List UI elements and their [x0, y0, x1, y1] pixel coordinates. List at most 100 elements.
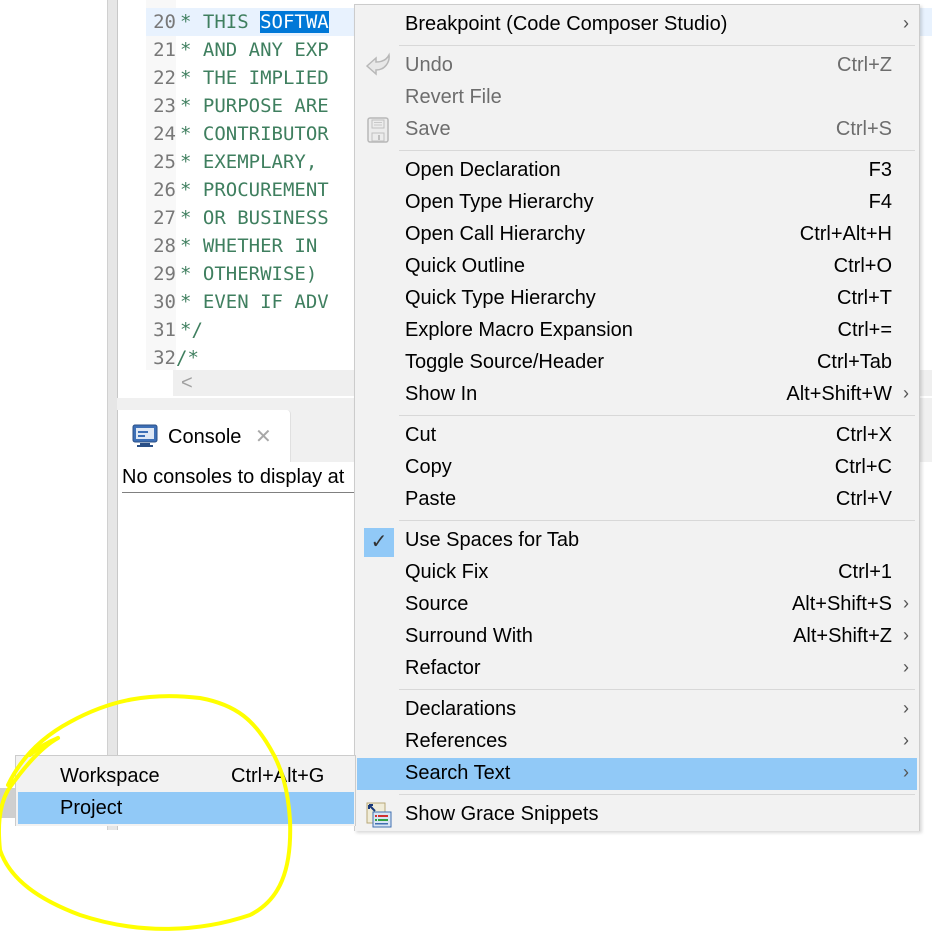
code-text: * OR BUSINESS [180, 207, 329, 229]
submenu-arrow-icon: › [903, 698, 909, 718]
submenu-arrow-icon: › [903, 383, 909, 403]
menu-item-shortcut: Ctrl+V [835, 488, 892, 510]
menu-separator [399, 794, 915, 795]
code-text: * PROCUREMENT [180, 179, 329, 201]
menu-item-shortcut: F3 [868, 159, 892, 181]
line-number: 27 [153, 207, 176, 229]
left-panel-fragment [0, 788, 16, 818]
submenu-arrow-icon: › [903, 730, 909, 750]
menu-item-shortcut: Ctrl+O [833, 255, 892, 277]
menu-separator [399, 150, 915, 151]
scroll-left-icon[interactable]: < [181, 370, 193, 396]
code-text: /* [176, 347, 199, 369]
submenu-arrow-icon: › [903, 657, 909, 677]
menu-item-label: Explore Macro Expansion [405, 319, 633, 341]
menu-item-label: Paste [405, 488, 457, 510]
menu-item-refactor[interactable]: Refactor › [357, 653, 917, 685]
code-text: * THIS SOFTWA [176, 11, 329, 33]
menu-item-quick-fix[interactable]: Quick Fix Ctrl+1 [357, 557, 917, 589]
code-text: * CONTRIBUTOR [180, 123, 329, 145]
context-menu: Breakpoint (Code Composer Studio) › Undo Ct… [354, 4, 920, 831]
menu-item-paste[interactable]: Paste Ctrl+V [357, 484, 917, 516]
menu-item-show-in[interactable]: Show In Alt+Shift+W › [357, 379, 917, 411]
code-text: * EVEN IF ADV [180, 291, 329, 313]
undo-icon [365, 52, 390, 76]
menu-item-use-spaces-for-tab[interactable]: ✓ Use Spaces for Tab [357, 525, 917, 557]
menu-item-open-call-hierarchy[interactable]: Open Call Hierarchy Ctrl+Alt+H [357, 219, 917, 251]
submenu-item-project[interactable]: Project [18, 792, 354, 824]
menu-item-label: Revert File [405, 86, 502, 108]
menu-item-shortcut: Ctrl+Alt+H [799, 223, 892, 245]
panel-sash[interactable] [107, 0, 117, 830]
code-text: * OTHERWISE) [180, 263, 329, 285]
menu-item-show-grace-snippets[interactable]: Show Grace Snippets [357, 799, 917, 831]
menu-item-breakpoint-code-composer-studio[interactable]: Breakpoint (Code Composer Studio) › [357, 9, 917, 41]
menu-item-copy[interactable]: Copy Ctrl+C [357, 452, 917, 484]
menu-item-label: Surround With [405, 625, 533, 647]
menu-item-shortcut: F4 [868, 191, 892, 213]
submenu-arrow-icon: › [903, 13, 909, 33]
code-text: * EXEMPLARY, [180, 151, 329, 173]
menu-item-shortcut: Ctrl+= [837, 319, 892, 341]
menu-item-cut[interactable]: Cut Ctrl+X [357, 420, 917, 452]
menu-item-label: Open Declaration [405, 159, 561, 181]
console-tab-label: Console [168, 426, 242, 448]
menu-item-shortcut: Ctrl+T [837, 287, 892, 309]
submenu-arrow-icon: › [903, 762, 909, 782]
menu-item-label: Refactor [405, 657, 481, 679]
empty-area [0, 830, 932, 950]
menu-item-label: Save [405, 118, 451, 140]
tab-console[interactable]: Console ✕ [118, 410, 291, 462]
menu-item-toggle-source-header[interactable]: Toggle Source/Header Ctrl+Tab [357, 347, 917, 379]
menu-item-undo[interactable]: Undo Ctrl+Z [357, 50, 917, 82]
line-number: 32 [153, 347, 176, 369]
menu-item-explore-macro-expansion[interactable]: Explore Macro Expansion Ctrl+= [357, 315, 917, 347]
save-icon [367, 117, 389, 143]
menu-item-label: Copy [405, 456, 452, 478]
menu-item-declarations[interactable]: Declarations › [357, 694, 917, 726]
menu-item-shortcut: Ctrl+Tab [816, 351, 892, 373]
menu-item-shortcut: Alt+Shift+S [791, 593, 892, 615]
menu-item-surround-with[interactable]: Surround With Alt+Shift+Z › [357, 621, 917, 653]
menu-item-revert-file[interactable]: Revert File [357, 82, 917, 114]
menu-item-label: Source [405, 593, 469, 615]
line-number: 21 [153, 39, 176, 61]
line-number: 23 [153, 95, 176, 117]
code-text: * THE IMPLIED [180, 67, 329, 89]
menu-item-shortcut: Ctrl+C [834, 456, 892, 478]
console-icon [132, 424, 158, 447]
line-number: 20 [153, 11, 176, 33]
menu-item-label: Open Type Hierarchy [405, 191, 594, 213]
menu-item-label: Show Grace Snippets [405, 803, 599, 825]
menu-separator [399, 520, 915, 521]
line-number: 22 [153, 67, 176, 89]
menu-item-open-type-hierarchy[interactable]: Open Type Hierarchy F4 [357, 187, 917, 219]
menu-item-quick-outline[interactable]: Quick Outline Ctrl+O [357, 251, 917, 283]
menu-item-shortcut: Alt+Shift+W [786, 383, 892, 405]
menu-item-references[interactable]: References › [357, 726, 917, 758]
menu-item-label: Breakpoint (Code Composer Studio) [405, 13, 728, 35]
menu-item-label: Quick Fix [405, 561, 489, 583]
menu-item-label: References [405, 730, 508, 752]
menu-item-label: Open Call Hierarchy [405, 223, 586, 245]
menu-item-quick-type-hierarchy[interactable]: Quick Type Hierarchy Ctrl+T [357, 283, 917, 315]
menu-item-open-declaration[interactable]: Open Declaration F3 [357, 155, 917, 187]
submenu-item-workspace[interactable]: Workspace Ctrl+Alt+G [18, 760, 354, 792]
menu-item-source[interactable]: Source Alt+Shift+S › [357, 589, 917, 621]
line-number: 31 [153, 319, 176, 341]
menu-item-save[interactable]: Save Ctrl+S [357, 114, 917, 146]
line-number: 25 [153, 151, 176, 173]
submenu-item-shortcut: Ctrl+Alt+G [231, 765, 325, 787]
menu-item-shortcut: Ctrl+Z [837, 54, 892, 76]
grace-snippets-icon [366, 802, 392, 828]
menu-separator [399, 45, 915, 46]
line-number: 26 [153, 179, 176, 201]
menu-item-search-text[interactable]: Search Text › [357, 758, 917, 790]
menu-item-shortcut: Ctrl+1 [838, 561, 892, 583]
menu-item-label: Toggle Source/Header [405, 351, 605, 373]
close-icon[interactable]: ✕ [255, 424, 272, 449]
menu-item-label: Quick Outline [405, 255, 526, 277]
selected-text: SOFTWA [260, 11, 329, 33]
menu-item-shortcut: Ctrl+X [835, 424, 892, 446]
menu-item-label: Show In [405, 383, 478, 405]
